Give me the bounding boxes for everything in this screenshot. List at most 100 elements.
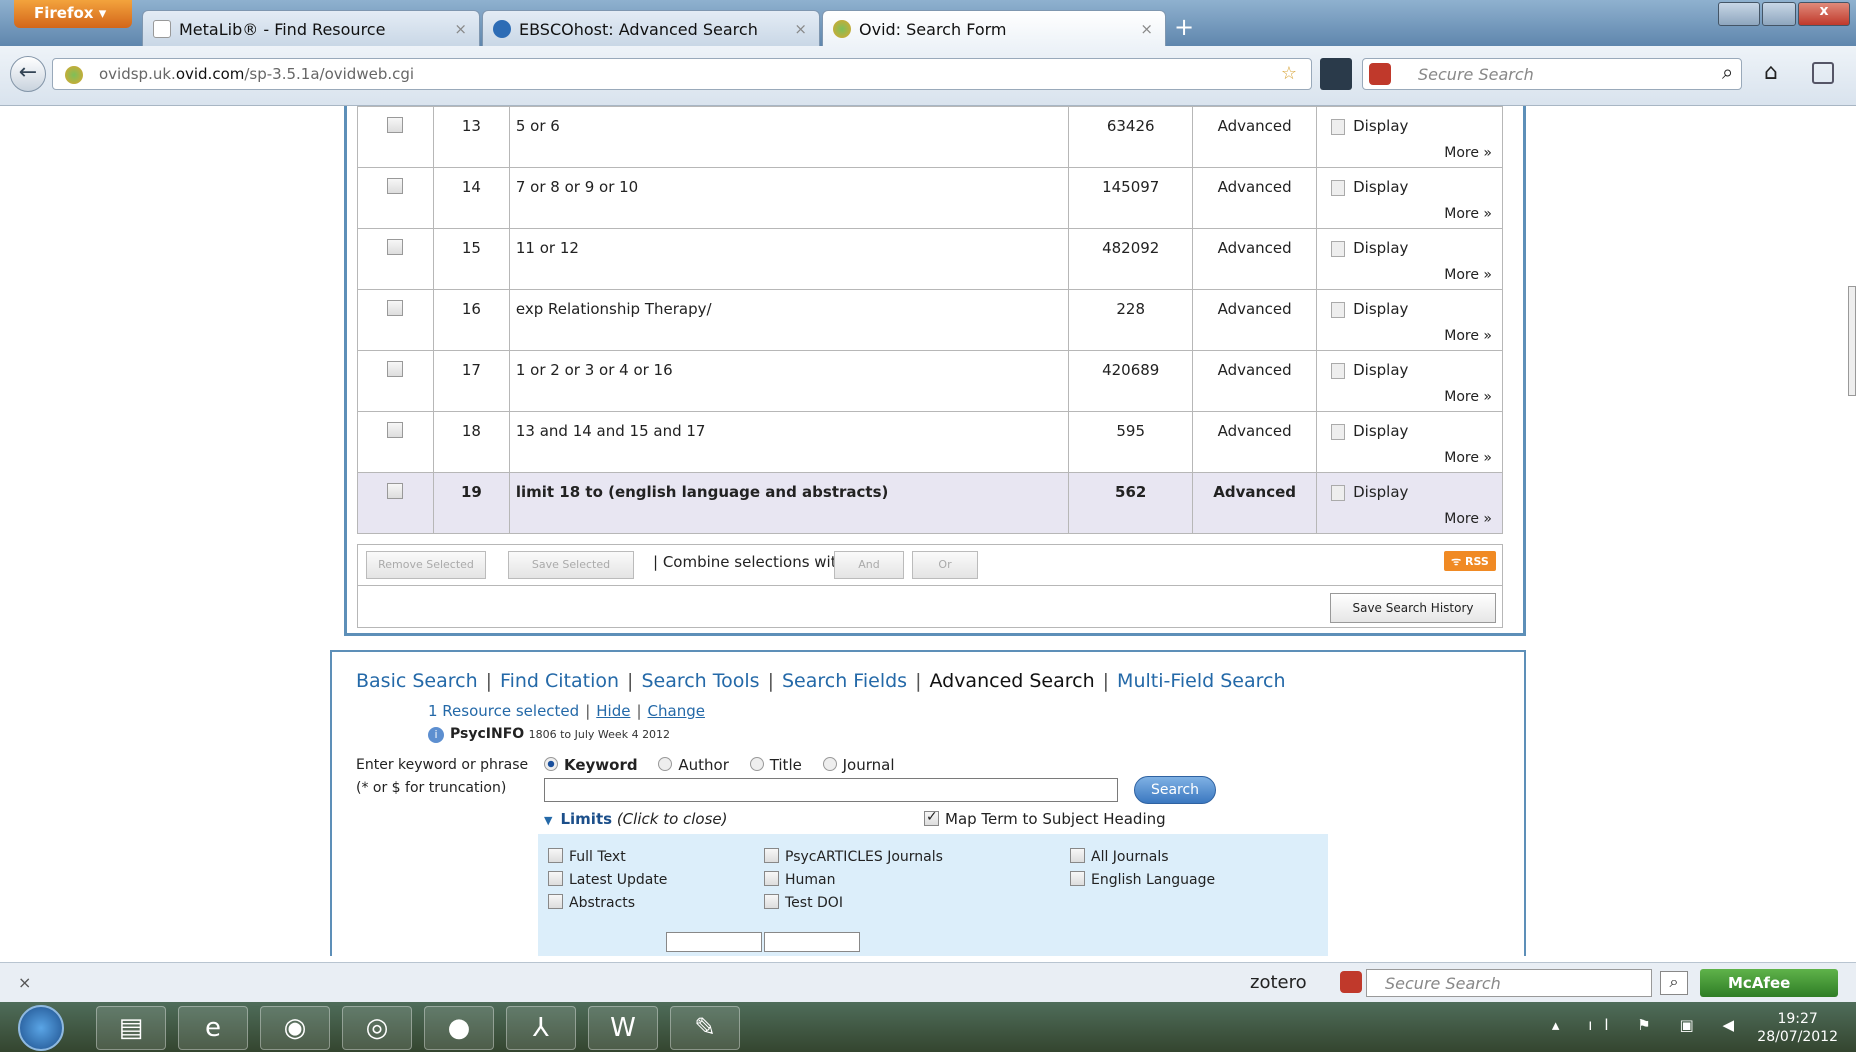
browser-search-input[interactable]: Secure Search [1362, 58, 1742, 90]
or-button[interactable]: Or [912, 551, 978, 579]
display-link[interactable]: Display [1331, 483, 1408, 501]
start-button[interactable] [18, 1005, 64, 1051]
radio-button-icon[interactable] [749, 757, 764, 771]
radio-keyword[interactable]: Keyword [544, 756, 638, 774]
radio-button-icon[interactable] [822, 757, 837, 771]
tab-basic-search[interactable]: Basic Search [356, 670, 478, 692]
system-tray-icons[interactable]: ▴ ıl ⚑ ▣ ◀ [1552, 1016, 1746, 1034]
limit-full-text[interactable]: Full Text [548, 848, 626, 865]
minimize-button[interactable] [1718, 2, 1760, 26]
display-link[interactable]: Display [1331, 422, 1408, 440]
limits-toggle[interactable]: ▼ Limits (Click to close) [544, 810, 728, 828]
system-clock[interactable]: 19:27 28/07/2012 [1757, 1010, 1838, 1046]
more-link[interactable]: More » [1444, 267, 1492, 283]
zotero-button[interactable]: zotero [1250, 972, 1307, 993]
acrobat-icon[interactable]: ⅄ [506, 1006, 576, 1050]
radio-title[interactable]: Title [749, 756, 802, 774]
info-icon[interactable]: i [428, 727, 444, 743]
word-icon[interactable]: W [588, 1006, 658, 1050]
url-bar[interactable]: ovidsp.uk.ovid.com/sp-3.5.1a/ovidweb.cgi… [52, 58, 1312, 90]
keyword-search-input[interactable] [544, 778, 1118, 802]
close-window-button[interactable]: x [1798, 2, 1850, 26]
more-link[interactable]: More » [1444, 145, 1492, 161]
row-checkbox[interactable] [387, 178, 404, 194]
file-explorer-icon[interactable]: ▤ [96, 1006, 166, 1050]
remove-selected-button[interactable]: Remove Selected [366, 551, 486, 579]
search-button[interactable]: Search [1134, 776, 1216, 804]
change-link[interactable]: Change [648, 702, 705, 720]
display-link[interactable]: Display [1331, 361, 1408, 379]
tab-find-citation[interactable]: Find Citation [500, 670, 619, 692]
year-to-select[interactable] [764, 932, 860, 952]
display-link[interactable]: Display [1331, 117, 1408, 135]
checkbox-icon[interactable] [764, 871, 779, 886]
more-link[interactable]: More » [1444, 328, 1492, 344]
maximize-button[interactable] [1762, 2, 1796, 26]
back-button[interactable]: ← [10, 56, 46, 92]
row-checkbox[interactable] [387, 300, 404, 316]
row-checkbox[interactable] [387, 422, 404, 438]
paint-icon[interactable]: ✎ [670, 1006, 740, 1050]
year-from-select[interactable] [666, 932, 762, 952]
limit-english-language[interactable]: English Language [1070, 871, 1215, 888]
bookmark-star-icon[interactable]: ☆ [1281, 63, 1297, 84]
search-icon[interactable]: ⌕ [1660, 971, 1688, 995]
tab-metalib[interactable]: MetaLib® - Find Resource × [142, 10, 480, 46]
close-icon[interactable]: × [18, 973, 31, 992]
chrome-icon[interactable]: ◉ [260, 1006, 330, 1050]
internet-explorer-icon[interactable]: e [178, 1006, 248, 1050]
more-link[interactable]: More » [1444, 450, 1492, 466]
display-link[interactable]: Display [1331, 178, 1408, 196]
hide-link[interactable]: Hide [596, 702, 630, 720]
and-button[interactable]: And [834, 551, 904, 579]
rss-button[interactable]: ᯤ RSS [1444, 551, 1496, 571]
addon-icon[interactable] [1812, 62, 1834, 84]
checkbox-icon[interactable] [1070, 848, 1085, 863]
limit-psycarticles[interactable]: PsycARTICLES Journals [764, 848, 943, 865]
site-identity-icon[interactable] [65, 66, 83, 84]
more-link[interactable]: More » [1444, 389, 1492, 405]
close-icon[interactable]: × [1140, 20, 1153, 38]
pocket-icon[interactable] [1320, 58, 1352, 90]
close-icon[interactable]: × [454, 20, 467, 38]
checkbox-icon[interactable] [764, 848, 779, 863]
limit-abstracts[interactable]: Abstracts [548, 894, 635, 911]
mcafee-button[interactable]: McAfee [1700, 969, 1838, 997]
checkbox-icon[interactable] [548, 848, 563, 863]
secure-search-input[interactable]: Secure Search [1366, 969, 1652, 997]
row-checkbox[interactable] [387, 117, 404, 133]
home-icon[interactable]: ⌂ [1764, 60, 1778, 85]
tab-advanced-search[interactable]: Advanced Search [929, 670, 1094, 692]
firefox-menu-button[interactable]: Firefox ▾ [14, 0, 132, 28]
dell-icon[interactable]: ◎ [342, 1006, 412, 1050]
save-search-history-button[interactable]: Save Search History [1330, 593, 1496, 623]
radio-journal[interactable]: Journal [822, 756, 895, 774]
radio-author[interactable]: Author [658, 756, 729, 774]
display-link[interactable]: Display [1331, 239, 1408, 257]
tab-search-tools[interactable]: Search Tools [641, 670, 759, 692]
limit-test-doi[interactable]: Test DOI [764, 894, 843, 911]
radio-button-icon[interactable] [544, 757, 558, 771]
checkbox-icon[interactable] [548, 894, 563, 909]
radio-button-icon[interactable] [658, 757, 673, 771]
row-checkbox[interactable] [387, 239, 404, 255]
more-link[interactable]: More » [1444, 511, 1492, 527]
display-link[interactable]: Display [1331, 300, 1408, 318]
checkbox-icon[interactable] [1070, 871, 1085, 886]
row-checkbox[interactable] [387, 361, 404, 377]
limit-human[interactable]: Human [764, 871, 836, 888]
map-term-checkbox[interactable]: Map Term to Subject Heading [924, 809, 1166, 828]
new-tab-button[interactable]: + [1170, 14, 1198, 42]
tab-ebsco[interactable]: EBSCOhost: Advanced Search × [482, 10, 820, 46]
close-icon[interactable]: × [794, 20, 807, 38]
scrollbar-thumb[interactable] [1848, 286, 1856, 396]
checkbox-icon[interactable] [548, 871, 563, 886]
search-go-icon[interactable]: ⌕ [1722, 60, 1733, 84]
checkbox-icon[interactable] [764, 894, 779, 909]
save-selected-button[interactable]: Save Selected [508, 551, 634, 579]
firefox-icon[interactable]: ● [424, 1006, 494, 1050]
checkbox-icon[interactable] [924, 809, 939, 826]
more-link[interactable]: More » [1444, 206, 1492, 222]
limit-all-journals[interactable]: All Journals [1070, 848, 1169, 865]
tab-search-fields[interactable]: Search Fields [782, 670, 907, 692]
